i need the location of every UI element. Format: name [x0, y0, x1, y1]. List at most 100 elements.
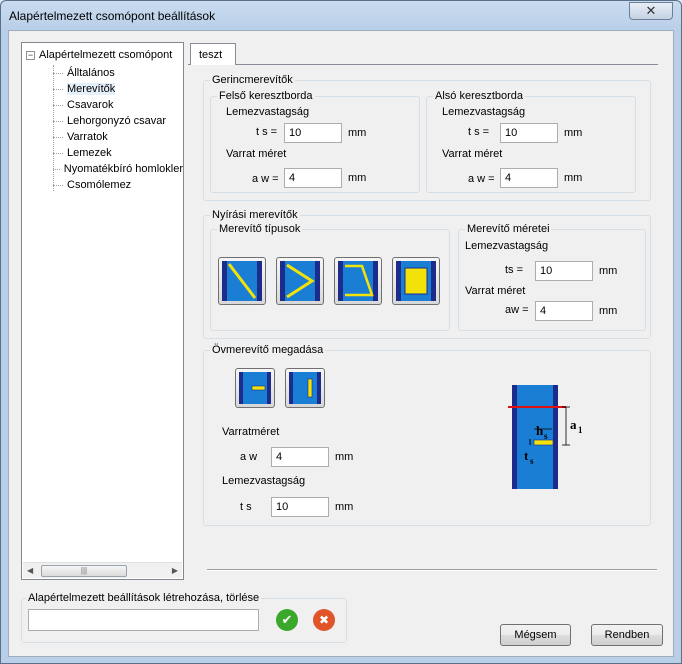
group-title: Nyírási merevítők: [210, 209, 300, 221]
thickness-label: Lemezvastagság: [226, 106, 310, 118]
tree-item-label: Csomólemez: [67, 179, 132, 191]
scroll-right-icon[interactable]: ▶: [172, 566, 178, 575]
group-title: Övmerevítő megadása: [210, 344, 326, 356]
tree-item-altalanos[interactable]: Álltalános: [53, 65, 115, 81]
delete-x-icon: ✖: [318, 613, 330, 627]
close-icon: ✕: [645, 3, 657, 18]
tab-teszt[interactable]: teszt: [190, 43, 236, 65]
lower-rib-group: Alsó keresztborda Lemezvastagság t s = 1…: [426, 90, 636, 193]
unit-label: mm: [599, 305, 618, 317]
tree-item-label: Lehorgonyzó csavar: [67, 115, 167, 127]
stiffener-type-trapezoid-button[interactable]: [334, 257, 382, 305]
tree-item-csomolemez[interactable]: Csomólemez: [53, 177, 131, 193]
tree-item-lemezek[interactable]: Lemezek: [53, 145, 112, 161]
lower-aw-input[interactable]: 4: [500, 168, 558, 188]
shear-ts-input[interactable]: 10: [535, 261, 593, 281]
ts-label: t s: [240, 501, 252, 513]
separator-line: [207, 569, 657, 571]
tree-item-label: Nyomatékbíró homlokler: [63, 163, 183, 175]
diagram-a-sub: 1: [578, 425, 583, 435]
tree-item-label: Varratok: [67, 131, 108, 143]
unit-label: mm: [564, 127, 583, 139]
flange-aw-input[interactable]: 4: [271, 447, 329, 467]
unit-label: mm: [335, 451, 354, 463]
tree-item-merevitok[interactable]: Merevítők: [53, 81, 116, 97]
tree-item-label: Lemezek: [67, 147, 112, 159]
upper-ts-input[interactable]: 10: [284, 123, 342, 143]
tree-item-label: Csavarok: [67, 99, 114, 111]
close-button[interactable]: ✕: [629, 2, 673, 20]
flange-stiffener-diagram: h s t s a 1: [496, 383, 588, 491]
weld-label: Varrat méret: [465, 285, 526, 297]
aw-label: a w =: [252, 173, 279, 185]
thickness-label: Lemezvastagság: [465, 240, 549, 252]
scroll-left-icon[interactable]: ◀: [27, 566, 33, 575]
shear-aw-input[interactable]: 4: [535, 301, 593, 321]
tree-root-node[interactable]: − Alapértelmezett csomópont: [26, 47, 172, 63]
stiffener-types-group: Merevítő típusok: [210, 223, 450, 331]
flange-stiffener-group: Övmerevítő megadása Varratméret a w 4 mm…: [203, 344, 651, 526]
unit-label: mm: [348, 127, 367, 139]
flange-type-horizontal-button[interactable]: [235, 368, 275, 408]
thickness-label: Lemezvastagság: [222, 475, 306, 487]
shear-stiffeners-group: Nyírási merevítők Merevítő típusok Merev…: [203, 209, 651, 339]
collapse-toggle-icon[interactable]: −: [26, 50, 35, 60]
tree-item-csavarok[interactable]: Csavarok: [53, 97, 113, 113]
aw-label: aw =: [505, 304, 529, 316]
diagram-a-label: a: [570, 417, 577, 432]
web-stiffeners-group: Gerincmerevítők Felső keresztborda Lemez…: [203, 74, 651, 201]
flange-ts-input[interactable]: 10: [271, 497, 329, 517]
diagram-h-label: h: [536, 423, 544, 438]
group-title: Alsó keresztborda: [433, 90, 526, 102]
tree-root-label: Alapértelmezett csomópont: [39, 49, 173, 61]
flange-type-vertical-button[interactable]: [285, 368, 325, 408]
scrollbar-thumb[interactable]: |||: [41, 565, 127, 577]
ts-label: t s =: [256, 126, 278, 138]
upper-rib-group: Felső keresztborda Lemezvastagság t s = …: [210, 90, 420, 193]
tree-item-lehorgonyzo-csavar[interactable]: Lehorgonyzó csavar: [53, 113, 166, 129]
group-title: Alapértelmezett beállítások létrehozása,…: [26, 592, 262, 604]
aw-label: a w: [240, 451, 258, 463]
thickness-label: Lemezvastagság: [442, 106, 526, 118]
settings-tree[interactable]: − Alapértelmezett csomópont Álltalános M…: [21, 42, 184, 580]
cancel-button[interactable]: Mégsem: [500, 624, 571, 646]
diagram-h-sub: s: [544, 431, 548, 441]
weld-label: Varrat méret: [226, 148, 287, 160]
diagonal-stiffener-icon: [222, 261, 262, 301]
horizontal-scrollbar[interactable]: ◀ ||| ▶: [23, 562, 182, 578]
create-default-button[interactable]: ✔: [276, 609, 298, 631]
weld-label: Varrat méret: [442, 148, 503, 160]
unit-label: mm: [335, 501, 354, 513]
stiffener-type-diagonal-button[interactable]: [218, 257, 266, 305]
dialog-window: Alapértelmezett csomópont beállítások ✕ …: [0, 0, 682, 664]
ts-label: ts =: [505, 264, 524, 276]
trapezoid-stiffener-icon: [338, 261, 378, 301]
weld-label: Varratméret: [222, 426, 280, 438]
stiffener-type-k-button[interactable]: [276, 257, 324, 305]
window-title: Alapértelmezett csomópont beállítások: [9, 9, 216, 23]
tree-item-varratok[interactable]: Varratok: [53, 129, 108, 145]
unit-label: mm: [348, 172, 367, 184]
delete-default-button[interactable]: ✖: [313, 609, 335, 631]
upper-aw-input[interactable]: 4: [284, 168, 342, 188]
ok-button[interactable]: Rendben: [591, 624, 663, 646]
diagram-t-label: t: [524, 448, 529, 463]
dialog-client-area: − Alapértelmezett csomópont Álltalános M…: [8, 30, 674, 657]
aw-label: a w =: [468, 173, 495, 185]
horizontal-flange-stiffener-icon: [239, 372, 271, 404]
defaults-name-input[interactable]: [28, 609, 259, 631]
lower-ts-input[interactable]: 10: [500, 123, 558, 143]
tree-item-label: Álltalános: [67, 67, 115, 79]
tab-label: teszt: [199, 49, 223, 61]
tree-item-nyomatekbiro[interactable]: Nyomatékbíró homlokler: [53, 161, 183, 177]
group-title: Merevítő méretei: [465, 223, 552, 235]
plate-stiffener-icon: [396, 261, 436, 301]
stiffener-dims-group: Merevítő méretei Lemezvastagság ts = 10 …: [458, 223, 646, 331]
group-title: Felső keresztborda: [217, 90, 315, 102]
ts-label: t s =: [468, 126, 490, 138]
title-bar: Alapértelmezett csomópont beállítások ✕: [1, 1, 681, 31]
unit-label: mm: [599, 265, 618, 277]
tree-item-label: Merevítők: [67, 83, 116, 95]
stiffener-type-plate-button[interactable]: [392, 257, 440, 305]
group-title: Gerincmerevítők: [210, 74, 295, 86]
